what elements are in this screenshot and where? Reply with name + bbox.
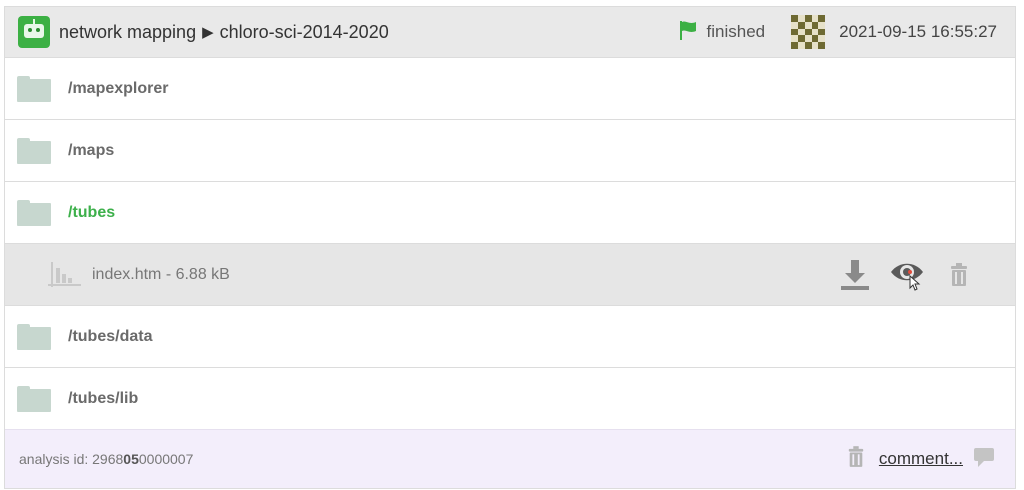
analysis-id: analysis id: 2968050000007 [19, 451, 194, 467]
speech-bubble-icon[interactable] [973, 446, 995, 473]
download-icon[interactable] [837, 257, 873, 293]
robot-icon [18, 16, 50, 48]
file-row[interactable]: index.htm - 6.88 kB [5, 244, 1015, 306]
folder-row[interactable]: /tubes/data [5, 306, 1015, 368]
folder-label[interactable]: /tubes/data [68, 328, 152, 346]
eye-icon[interactable] [889, 257, 925, 293]
comment-link[interactable]: comment... [879, 449, 963, 469]
folder-icon [17, 75, 51, 102]
status-text: finished [706, 22, 766, 41]
folder-icon [17, 323, 51, 350]
status-badge: finished [677, 19, 766, 46]
analysis-panel: network mapping ▶ chloro-sci-2014-2020 f… [4, 6, 1016, 489]
folder-row[interactable]: /tubes/lib [5, 368, 1015, 429]
flag-icon [677, 19, 699, 46]
folder-icon [17, 199, 51, 226]
folder-row[interactable]: /maps [5, 120, 1015, 182]
chart-file-icon [48, 260, 82, 290]
folder-label[interactable]: /tubes/lib [68, 390, 138, 408]
folder-row[interactable]: /mapexplorer [5, 58, 1015, 120]
header-bar: network mapping ▶ chloro-sci-2014-2020 f… [5, 7, 1015, 58]
avatar[interactable] [791, 15, 826, 49]
breadcrumb-current: chloro-sci-2014-2020 [219, 21, 389, 42]
file-actions [837, 257, 977, 293]
file-label[interactable]: index.htm - 6.88 kB [92, 266, 230, 284]
trash-icon[interactable] [847, 445, 865, 473]
folder-label[interactable]: /tubes [68, 204, 115, 222]
breadcrumb-parent[interactable]: network mapping [59, 22, 196, 43]
folder-label[interactable]: /mapexplorer [68, 80, 168, 98]
folder-icon [17, 385, 51, 412]
folder-row-active[interactable]: /tubes [5, 182, 1015, 244]
timestamp: 2021-09-15 16:55:27 [839, 22, 997, 41]
breadcrumb: network mapping ▶ chloro-sci-2014-2020 [59, 22, 389, 43]
breadcrumb-separator-icon: ▶ [202, 24, 214, 41]
folder-icon [17, 137, 51, 164]
trash-icon[interactable] [941, 257, 977, 293]
footer-bar: analysis id: 2968050000007 comment... [5, 429, 1015, 488]
folder-label[interactable]: /maps [68, 142, 114, 160]
